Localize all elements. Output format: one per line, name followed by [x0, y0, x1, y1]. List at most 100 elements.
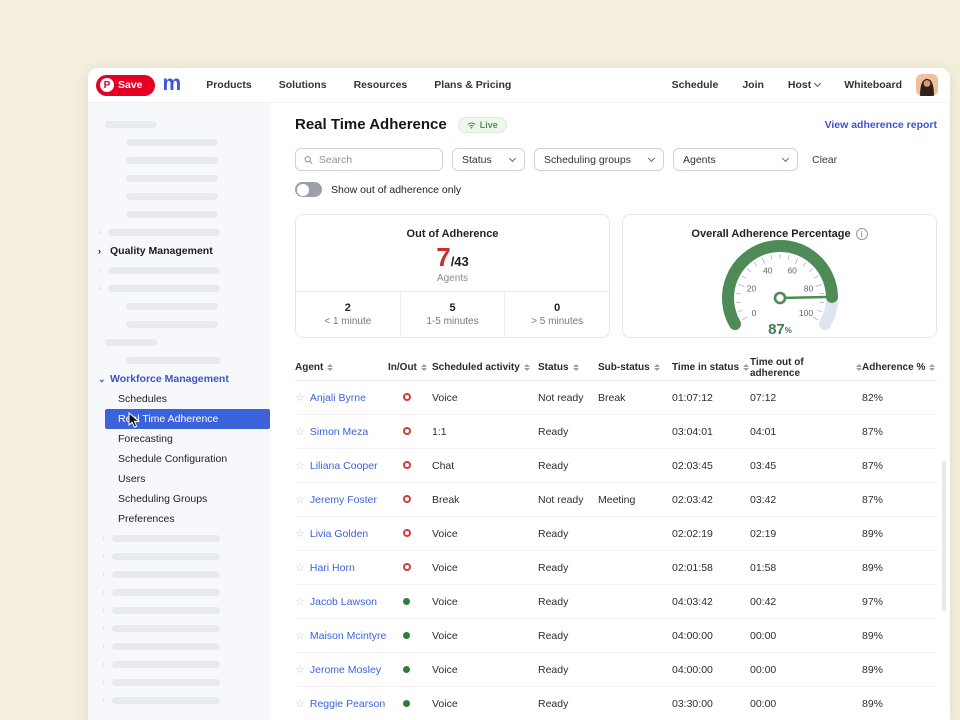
skeleton-bar: ›: [88, 529, 270, 547]
star-icon[interactable]: ☆: [295, 595, 305, 608]
sort-icon: [929, 364, 935, 372]
column-header-time-out-of-adherence[interactable]: Time out of adherence: [750, 357, 862, 379]
column-header-status[interactable]: Status: [538, 362, 598, 373]
table-scrollbar[interactable]: [942, 461, 946, 611]
breakdown-item: 2< 1 minute: [296, 292, 400, 337]
nav-item-products[interactable]: Products: [206, 79, 252, 91]
adherence-cell: 89%: [862, 630, 937, 642]
skeleton-bar: [88, 133, 270, 151]
out-of-adherence-dot: [403, 393, 411, 401]
adherence-gauge: 02040608010087%: [675, 236, 885, 338]
avatar[interactable]: [916, 74, 938, 96]
breakdown-value: 2: [345, 302, 351, 314]
sort-icon: [654, 364, 660, 372]
star-icon[interactable]: ☆: [295, 663, 305, 676]
svg-text:0: 0: [751, 308, 756, 318]
skeleton-bar: ›: [88, 691, 270, 709]
chevron-right-icon: ›: [102, 552, 109, 561]
nav-item-whiteboard[interactable]: Whiteboard: [844, 79, 902, 91]
time-out-of-adherence-cell: 00:00: [750, 664, 862, 676]
nav-item-host[interactable]: Host: [788, 79, 820, 91]
sidebar-item-users[interactable]: Users: [88, 469, 270, 489]
sidebar-item-scheduling-groups[interactable]: Scheduling Groups: [88, 489, 270, 509]
in-adherence-dot: [403, 666, 410, 673]
show-out-of-adherence-toggle[interactable]: [295, 182, 322, 197]
nav-right-links: Schedule Join Host Whiteboard: [672, 79, 902, 91]
column-header-scheduled-activity[interactable]: Scheduled activity: [432, 362, 538, 373]
nav-item-plans-pricing[interactable]: Plans & Pricing: [434, 79, 511, 91]
time-out-of-adherence-cell: 03:42: [750, 494, 862, 506]
star-icon[interactable]: ☆: [295, 493, 305, 506]
agent-link[interactable]: ☆Hari Horn: [295, 561, 388, 574]
sidebar-item-schedule-configuration[interactable]: Schedule Configuration: [88, 449, 270, 469]
star-icon[interactable]: ☆: [295, 561, 305, 574]
brand-logo[interactable]: m: [163, 72, 181, 96]
chevron-down-icon: ⌄: [98, 374, 106, 385]
agent-link[interactable]: ☆Jeremy Foster: [295, 493, 388, 506]
agent-link[interactable]: ☆Simon Meza: [295, 425, 388, 438]
sub-status-cell: Break: [598, 392, 672, 404]
skeleton-bar: ›: [88, 583, 270, 601]
agent-link[interactable]: ☆Jerome Mosley: [295, 663, 388, 676]
search-icon: [304, 155, 313, 165]
agents-table: AgentIn/OutScheduled activityStatusSub-s…: [295, 355, 937, 720]
table-body: ☆Anjali Byrne Voice Not ready Break 01:0…: [295, 381, 937, 720]
chevron-right-icon: ›: [102, 660, 109, 669]
search-input[interactable]: [295, 148, 443, 171]
sort-icon: [573, 364, 579, 372]
column-header-sub-status[interactable]: Sub-status: [598, 362, 672, 373]
star-icon[interactable]: ☆: [295, 527, 305, 540]
dropdown-status[interactable]: Status: [452, 148, 525, 171]
agent-link[interactable]: ☆Livia Golden: [295, 527, 388, 540]
svg-text:20: 20: [746, 284, 756, 294]
nav-item-join[interactable]: Join: [742, 79, 764, 91]
dropdown-agents[interactable]: Agents: [673, 148, 798, 171]
sidebar-item-real-time-adherence[interactable]: Real Time Adherence: [105, 409, 270, 429]
nav-item-schedule[interactable]: Schedule: [672, 79, 719, 91]
agent-link[interactable]: ☆Jacob Lawson: [295, 595, 388, 608]
main-content: Real Time Adherence Live View adherence …: [270, 103, 950, 720]
table-row: ☆Jacob Lawson Voice Ready 04:03:42 00:42…: [295, 585, 937, 619]
table-row: ☆Reggie Pearson Voice Ready 03:30:00 00:…: [295, 687, 937, 720]
sidebar-item-workforce-management[interactable]: ⌄Workforce Management: [88, 369, 270, 389]
out-of-adherence-dot: [403, 495, 411, 503]
sort-icon: [421, 364, 427, 372]
star-icon[interactable]: ☆: [295, 697, 305, 710]
status-cell: Ready: [538, 562, 598, 574]
skeleton-bar: [88, 151, 270, 169]
pinterest-save-button[interactable]: P Save: [96, 75, 155, 96]
star-icon[interactable]: ☆: [295, 459, 305, 472]
nav-item-solutions[interactable]: Solutions: [279, 79, 327, 91]
breakdown-value: 0: [554, 302, 560, 314]
star-icon[interactable]: ☆: [295, 629, 305, 642]
view-adherence-report-link[interactable]: View adherence report: [825, 119, 937, 131]
column-header-in-out[interactable]: In/Out: [388, 362, 432, 373]
skeleton-bar: [88, 315, 270, 333]
time-in-status-cell: 03:04:01: [672, 426, 750, 438]
column-header-adherence[interactable]: Adherence %: [862, 362, 937, 373]
star-icon[interactable]: ☆: [295, 425, 305, 438]
column-header-agent[interactable]: Agent: [295, 362, 388, 373]
nav-left-links: Products Solutions Resources Plans & Pricin…: [206, 79, 511, 91]
breakdown-item: 0> 5 minutes: [504, 292, 609, 337]
dropdown-scheduling-groups[interactable]: Scheduling groups: [534, 148, 664, 171]
agent-link[interactable]: ☆Reggie Pearson: [295, 697, 388, 710]
search-field[interactable]: [319, 154, 434, 166]
scheduled-activity-cell: Voice: [432, 596, 538, 608]
nav-item-resources[interactable]: Resources: [354, 79, 408, 91]
agent-link[interactable]: ☆Anjali Byrne: [295, 391, 388, 404]
sidebar-item-schedules[interactable]: Schedules: [88, 389, 270, 409]
page-title: Real Time Adherence: [295, 116, 447, 133]
adherence-cell: 82%: [862, 392, 937, 404]
column-header-time-in-status[interactable]: Time in status: [672, 362, 750, 373]
adherence-cell: 97%: [862, 596, 937, 608]
time-in-status-cell: 04:00:00: [672, 664, 750, 676]
clear-filters-button[interactable]: Clear: [812, 154, 837, 166]
sidebar-item-preferences[interactable]: Preferences: [88, 509, 270, 529]
sidebar-item-quality-management[interactable]: ›Quality Management: [88, 241, 270, 261]
agent-link[interactable]: ☆Maison Mcintyre: [295, 629, 388, 642]
sidebar-item-forecasting[interactable]: Forecasting: [88, 429, 270, 449]
agent-link[interactable]: ☆Liliana Cooper: [295, 459, 388, 472]
star-icon[interactable]: ☆: [295, 391, 305, 404]
status-cell: Ready: [538, 528, 598, 540]
